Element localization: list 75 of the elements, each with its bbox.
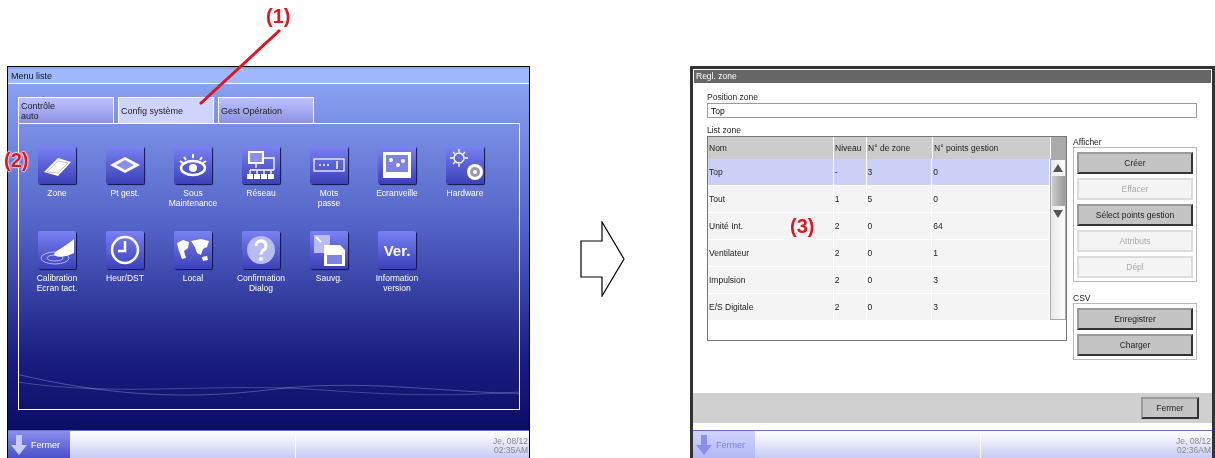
tile-label: Confirmation Dialog (236, 273, 286, 293)
date-time: Je, 08/12 02:35AM (493, 435, 529, 457)
action-button[interactable]: Charger (1077, 334, 1193, 356)
menu-tile-button[interactable] (242, 146, 280, 184)
menu-tile-button[interactable] (310, 231, 348, 269)
close-button[interactable]: Fermer (8, 431, 70, 458)
table-cell: 2 (833, 213, 867, 239)
list-label: List zone (707, 125, 743, 136)
menu-tile-button[interactable] (446, 146, 484, 184)
scroll-thumb[interactable] (1051, 176, 1065, 206)
position-field[interactable]: Top (707, 103, 1197, 118)
close-button[interactable]: Fermer (1141, 397, 1199, 419)
field-label: Position zone (707, 92, 760, 103)
tile-label: Heur/DST (106, 273, 144, 283)
tile-label: Calibration Ecran tact. (36, 273, 78, 293)
table-cell: Ventilateur (708, 240, 834, 266)
window-title: Menu liste (8, 69, 529, 84)
table-row[interactable]: Tout 1 5 0 (708, 186, 1050, 212)
tab[interactable]: Contrôle auto (18, 97, 114, 123)
table-cell: 0 (866, 294, 933, 320)
table-cell: 2 (833, 240, 867, 266)
table-cell: 0 (866, 213, 933, 239)
group-label: Afficher (1073, 137, 1103, 147)
arrow-icon (580, 221, 626, 297)
table-row[interactable]: Ventilateur 2 0 1 (708, 240, 1050, 266)
tile-label: Zone (47, 188, 67, 198)
scrollbar-header (1051, 137, 1066, 159)
scrollbar[interactable] (1050, 159, 1066, 320)
tab[interactable]: Gest Opération (218, 97, 314, 123)
tab[interactable]: Config système (118, 97, 214, 123)
table-cell: 2 (833, 294, 867, 320)
table-cell: Top (708, 159, 834, 185)
table-row[interactable]: Impulsion 2 0 3 (708, 267, 1050, 293)
action-button[interactable]: Sélect points gestion (1077, 204, 1193, 226)
tile-label: Sous Maintenance (168, 188, 218, 208)
menu-tile-button[interactable] (38, 146, 76, 184)
tile-label: Mots passe (317, 188, 341, 208)
action-button[interactable]: Créer (1077, 152, 1193, 174)
callout-number: (3) (790, 214, 815, 238)
table-cell: 5 (866, 186, 933, 212)
table-cell: 0 (866, 267, 933, 293)
date-time: Je, 08/12 02:36AM (1176, 435, 1212, 457)
tile-label: Hardware (446, 188, 484, 198)
table-cell: 1 (833, 186, 867, 212)
table-cell: Tout (708, 186, 834, 212)
down-arrow-icon (696, 434, 712, 455)
tile-label: Pt gest. (110, 188, 140, 198)
table-cell: - (833, 159, 867, 185)
menu-tile-button[interactable] (310, 146, 348, 184)
action-button[interactable]: Enregistrer (1077, 308, 1193, 330)
table-cell: E/S Digitale (708, 294, 834, 320)
table-cell: Impulsion (708, 267, 834, 293)
menu-tile-button[interactable] (106, 231, 144, 269)
menu-tile-button[interactable] (174, 146, 212, 184)
menu-tile-button[interactable] (174, 231, 212, 269)
menu-tile-button[interactable] (106, 146, 144, 184)
table-row[interactable]: E/S Digitale 2 0 3 (708, 294, 1050, 320)
tile-label: Sauvg. (315, 273, 343, 283)
table-cell: 2 (833, 267, 867, 293)
tile-label: Réseau (246, 188, 276, 198)
menu-tile-button[interactable] (378, 146, 416, 184)
callout-number: (1) (266, 4, 291, 28)
table-row[interactable]: Top - 3 0 (708, 159, 1050, 185)
tile-label: Ecranveille (376, 188, 418, 198)
version-button[interactable]: Ver. (378, 231, 416, 269)
table-cell: 3 (866, 159, 933, 185)
window-title: Regl. zone (693, 69, 1212, 84)
group-label: CSV (1073, 293, 1092, 303)
down-arrow-icon (11, 434, 27, 455)
tile-label: Information version (375, 273, 419, 293)
table-cell: 0 (866, 240, 933, 266)
tile-label: Local (182, 273, 204, 283)
table-row[interactable]: Unité Int. (3) 2 0 64 (708, 213, 1050, 239)
menu-tile-button[interactable] (38, 231, 76, 269)
menu-tile-button[interactable] (242, 231, 280, 269)
